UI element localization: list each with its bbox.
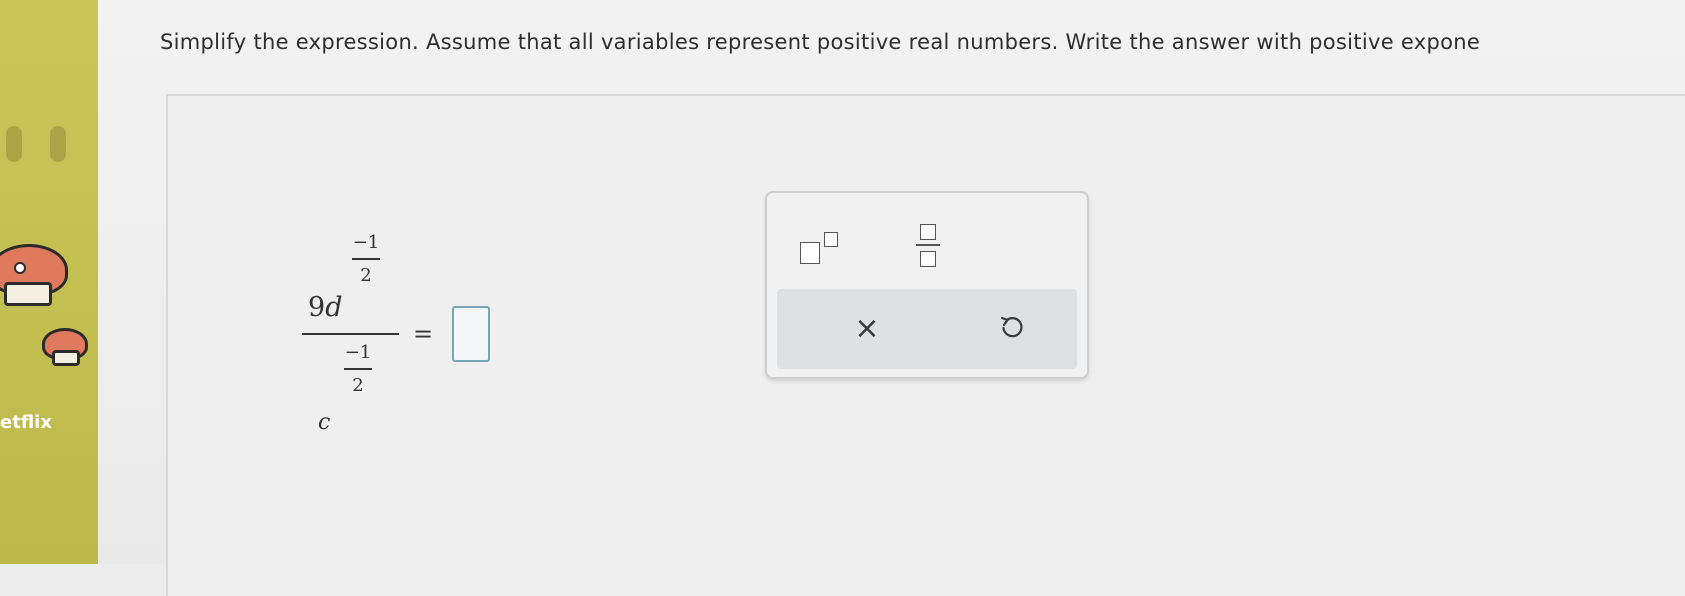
equals-sign: = (413, 320, 434, 348)
question-instruction: Simplify the expression. Assume that all… (160, 30, 1481, 54)
numerator-exponent-top: −1 (352, 232, 380, 253)
numerator-exponent: −1 2 (346, 232, 386, 286)
palette-action-row: × (777, 289, 1077, 369)
exponent-base-square (800, 242, 820, 264)
undo-button[interactable] (987, 303, 1037, 353)
fraction-numerator-square (920, 224, 936, 240)
clear-icon: × (854, 310, 880, 346)
decorative-shape (50, 126, 66, 162)
denominator-variable: c (318, 410, 331, 435)
answer-input-box[interactable] (452, 306, 490, 362)
denominator-exponent-top: −1 (344, 342, 372, 363)
denominator-exponent-bottom: 2 (352, 374, 364, 396)
denominator-exponent: −1 2 (338, 342, 378, 396)
desktop-background-strip: etflix (0, 0, 98, 564)
denominator-exponent-bar (344, 368, 372, 370)
fraction-denominator-square (920, 251, 936, 267)
decorative-shape (6, 126, 22, 162)
clear-button[interactable]: × (842, 303, 892, 353)
fraction-template-button[interactable] (912, 221, 944, 269)
math-tool-palette: × (765, 191, 1089, 379)
fraction-template-bar (916, 244, 940, 246)
numerator-exponent-bottom: 2 (360, 264, 372, 286)
numerator-variable: d (325, 292, 343, 323)
exponent-power-square (824, 232, 838, 247)
netflix-label: etflix (0, 412, 52, 433)
numerator-base: 9d (308, 292, 342, 323)
fraction-bar (302, 333, 399, 335)
exponent-template-button[interactable] (800, 230, 846, 266)
numerator-exponent-bar (352, 258, 380, 260)
numerator-coefficient: 9 (308, 292, 326, 323)
undo-icon (1000, 316, 1023, 338)
